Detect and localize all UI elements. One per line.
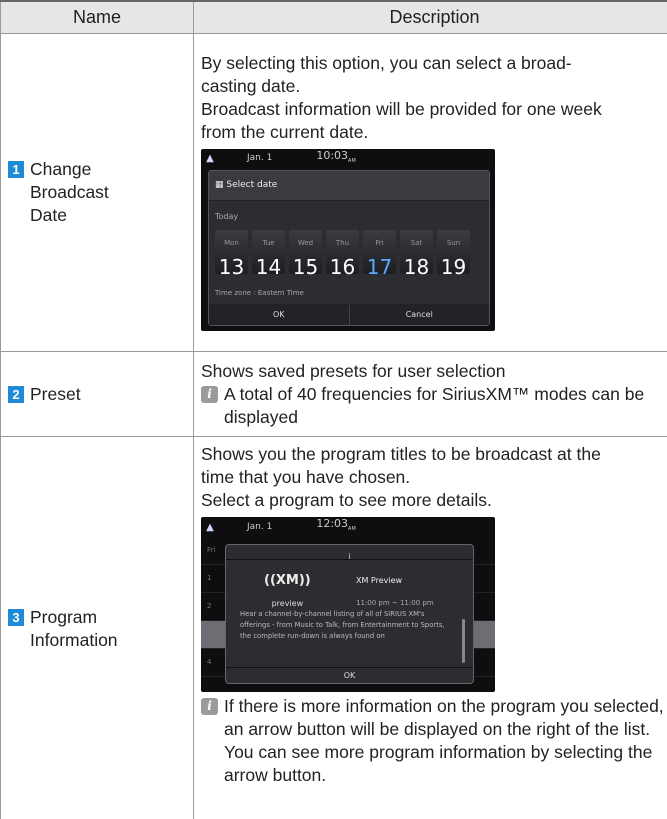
row-name-line: Change: [30, 159, 92, 179]
header-description: Description: [193, 0, 667, 34]
row-desc-cell: Shows you the program titles to be broad…: [193, 436, 667, 819]
note-text: If there is more information on the prog…: [224, 696, 664, 785]
day-option[interactable]: Wed 15: [289, 229, 322, 279]
info-note: i If there is more information on the pr…: [201, 695, 667, 787]
ok-button[interactable]: OK: [226, 667, 473, 683]
day-number: 14: [255, 254, 282, 279]
day-number: 15: [292, 254, 319, 279]
home-icon: ▲: [206, 153, 214, 164]
row-name-line: Broadcast: [30, 182, 109, 202]
desc-line: time that you have chosen.: [201, 467, 411, 487]
row-name-cell: 2 Preset: [0, 351, 194, 437]
number-badge: 1: [8, 161, 24, 178]
status-bar: ▲ Jan. 1 12:03AM: [201, 517, 495, 537]
day-option[interactable]: Tue 14: [252, 229, 285, 279]
number-badge: 3: [8, 609, 24, 626]
status-ampm: AM: [348, 526, 356, 533]
feature-table: Name Description 1 Change Broadcast Date…: [0, 0, 667, 819]
desc-line: Select a program to see more details.: [201, 490, 492, 510]
day-option[interactable]: Sat 18: [400, 229, 433, 279]
select-date-dialog: ▦ Select date Today Mon 13 Tue 14 Wed 15 Th…: [208, 169, 490, 326]
table-row: 3 Program Information Shows you the prog…: [0, 436, 667, 819]
status-ampm: AM: [348, 158, 356, 165]
row-name-cell: 3 Program Information: [0, 436, 194, 819]
info-note: i A total of 40 frequencies for SiriusXM…: [201, 383, 667, 429]
day-picker: Mon 13 Tue 14 Wed 15 Thu 16 Fri 17 Sat 18 Sun 1…: [209, 229, 489, 279]
note-text: A total of 40 frequencies for SiriusXM™ …: [224, 383, 645, 427]
dialog-title: ▦ Select date: [209, 170, 489, 201]
desc-line: Shows saved presets for user selection: [201, 360, 506, 381]
day-name: Fri: [375, 238, 384, 247]
calendar-icon: ▦: [215, 179, 227, 190]
day-name: Wed: [297, 238, 314, 247]
row-desc-cell: Shows saved presets for user selection i…: [193, 351, 667, 437]
table-row: 1 Change Broadcast Date By selecting thi…: [0, 33, 667, 352]
day-option-selected[interactable]: Fri 17: [363, 229, 396, 279]
desc-line: Shows you the program titles to be broad…: [201, 444, 601, 464]
desc-line: By selecting this option, you can select…: [201, 52, 572, 73]
dialog-title-text: Select date: [226, 179, 278, 190]
program-info-popup: i ((XM)) preview XM Preview 11:00 pm ~ 11:…: [225, 544, 474, 684]
ok-button[interactable]: OK: [209, 304, 349, 325]
day-number: 16: [329, 254, 356, 279]
info-icon: i: [226, 545, 473, 561]
home-icon: ▲: [206, 521, 214, 533]
cancel-button[interactable]: Cancel: [348, 304, 489, 325]
date-select-screenshot: ▲ Jan. 1 10:03AM ▦ Select date Today Mon…: [201, 148, 495, 331]
day-number: 13: [218, 254, 245, 279]
status-time-value: 12:03: [316, 517, 349, 531]
day-option[interactable]: Thu 16: [326, 229, 359, 279]
program-description: Hear a channel-by-channel listing of all…: [240, 610, 445, 640]
status-date: Jan. 1: [247, 521, 273, 532]
row-name-line: Date: [30, 205, 67, 225]
dialog-buttons: OK Cancel: [209, 303, 489, 325]
status-bar: ▲ Jan. 1 10:03AM: [201, 149, 495, 169]
row-name-cell: 1 Change Broadcast Date: [0, 33, 194, 352]
day-name: Thu: [335, 238, 350, 247]
header-name: Name: [0, 0, 194, 34]
row-desc-cell: By selecting this option, you can select…: [193, 33, 667, 352]
status-date: Jan. 1: [247, 153, 273, 163]
day-name: Tue: [262, 238, 275, 247]
program-title: XM Preview: [356, 576, 403, 585]
today-label: Today: [215, 211, 239, 221]
table-row: 2 Preset Shows saved presets for user se…: [0, 351, 667, 437]
program-info-screenshot: ▲ Jan. 1 12:03AM Fri 1 2 3 4 i ((XM)) pre…: [201, 517, 495, 692]
day-number: 17: [366, 254, 393, 279]
day-name: Mon: [224, 238, 239, 247]
day-number: 18: [403, 254, 430, 279]
day-option[interactable]: Mon 13: [215, 229, 248, 279]
status-time-value: 10:03: [316, 148, 349, 162]
table-header: Name Description: [0, 0, 667, 34]
scrollbar[interactable]: [462, 619, 465, 663]
day-option[interactable]: Sun 19: [437, 229, 470, 279]
row-name-line: Preset: [30, 383, 81, 404]
row-name-line: Information: [30, 630, 118, 650]
day-name: Sat: [410, 238, 423, 247]
number-badge: 2: [8, 385, 24, 403]
row-name-line: Program: [30, 607, 98, 627]
desc-line: Broadcast information will be provided f…: [201, 98, 602, 119]
desc-line: casting date.: [201, 75, 301, 96]
day-name: Sun: [446, 238, 461, 247]
info-icon: i: [201, 385, 218, 403]
page: Name Description 1 Change Broadcast Date…: [0, 0, 667, 819]
day-number: 19: [440, 254, 467, 279]
info-icon: i: [201, 698, 218, 715]
desc-line: from the current date.: [201, 121, 369, 142]
logo-text: ((XM)): [264, 573, 311, 588]
